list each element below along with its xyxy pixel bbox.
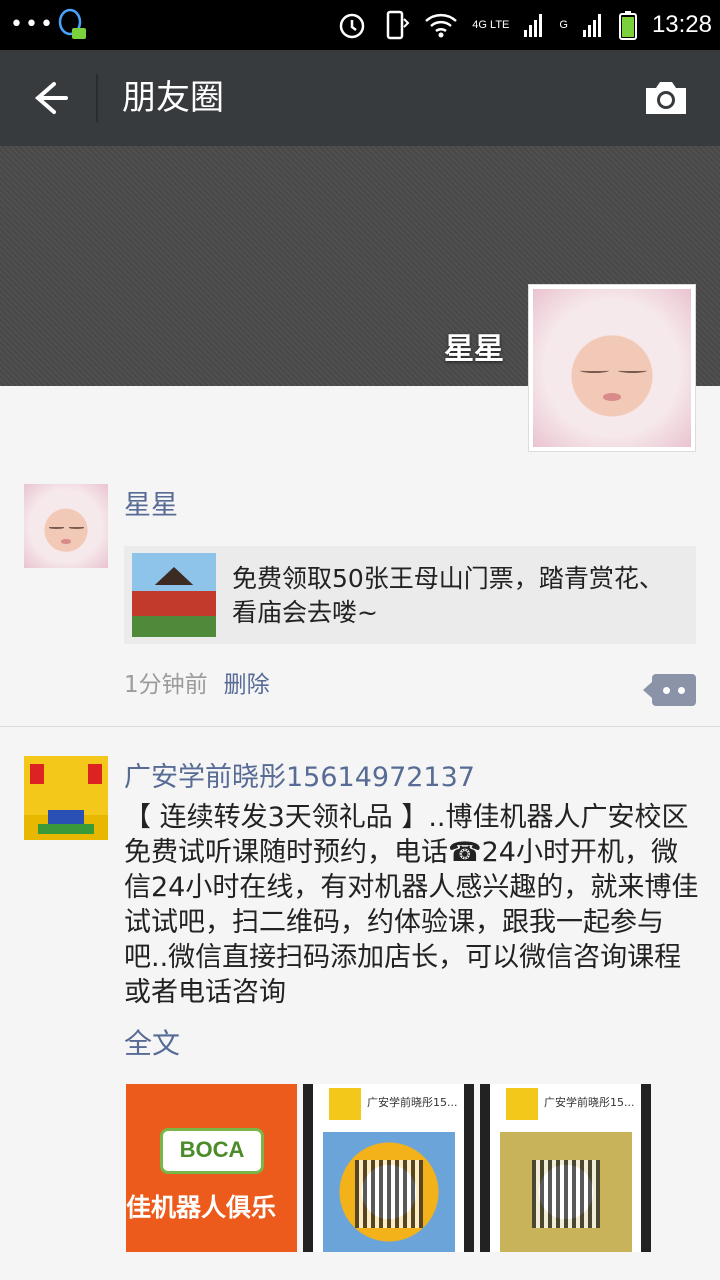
wifi-icon	[425, 13, 458, 38]
qr-code	[532, 1160, 600, 1228]
camera-icon[interactable]	[642, 78, 690, 118]
post-image[interactable]: 广安学前晓彤15...	[480, 1084, 651, 1252]
shared-link-text: 免费领取50张王母山门票，踏青赏花、看庙会去喽~	[232, 564, 664, 627]
delete-link[interactable]: 删除	[224, 672, 270, 698]
vibrate-icon	[387, 10, 410, 40]
qr-code	[355, 1160, 423, 1228]
shared-link-card[interactable]: 免费领取50张王母山门票，踏青赏花、看庙会去喽~	[124, 546, 696, 644]
moment-post: 广安学前晓彤15614972137 【 连续转发3天领礼品 】..博佳机器人广安…	[0, 752, 720, 1272]
post-meta: 1分钟前 删除	[124, 668, 270, 702]
post-body: 【 连续转发3天领礼品 】..博佳机器人广安校区免费试听课随时预约，电话☎24小…	[124, 802, 699, 1008]
network-type-2: G	[559, 19, 568, 31]
post-author[interactable]: 星星	[124, 488, 178, 524]
qq-notification-icon	[58, 8, 86, 39]
divider	[96, 74, 98, 122]
post-image[interactable]: BOCA 佳机器人俱乐	[126, 1084, 297, 1252]
post-author[interactable]: 广安学前晓彤15614972137	[124, 760, 475, 796]
post-images: BOCA 佳机器人俱乐 广安学前晓彤15... 广安学前晓彤15...	[126, 1084, 651, 1252]
notification-dots: •••	[10, 12, 55, 37]
post-divider	[0, 726, 720, 727]
comment-menu-icon[interactable]	[643, 674, 696, 706]
avatar[interactable]	[24, 756, 108, 840]
signal-icon	[524, 14, 543, 37]
app-bar: 朋友圈	[0, 50, 720, 146]
alarm-icon	[340, 13, 365, 39]
logo-text: BOCA	[179, 1137, 245, 1162]
avatar[interactable]	[24, 484, 108, 568]
image-header-text: 广安学前晓彤15...	[544, 1096, 635, 1109]
status-bar: ••• 4G LTE G 13:28	[0, 0, 720, 50]
image-header-text: 广安学前晓彤15...	[367, 1096, 458, 1109]
back-arrow-icon[interactable]	[24, 76, 72, 120]
post-image[interactable]: 广安学前晓彤15...	[303, 1084, 474, 1252]
clock: 13:28	[651, 11, 712, 38]
battery-icon	[618, 11, 637, 40]
link-thumbnail	[132, 553, 216, 637]
page-title: 朋友圈	[122, 78, 224, 118]
image-banner-text: 佳机器人俱乐	[126, 1193, 277, 1222]
network-type: 4G LTE	[472, 19, 510, 31]
moment-post: 星星 免费领取50张王母山门票，踏青赏花、看庙会去喽~ 1分钟前 删除	[0, 480, 720, 726]
full-text-link[interactable]: 全文	[124, 1022, 180, 1062]
profile-avatar[interactable]	[528, 284, 696, 452]
post-time: 1分钟前	[124, 672, 208, 698]
signal-icon-2	[582, 14, 601, 37]
profile-username[interactable]: 星星	[444, 324, 504, 368]
